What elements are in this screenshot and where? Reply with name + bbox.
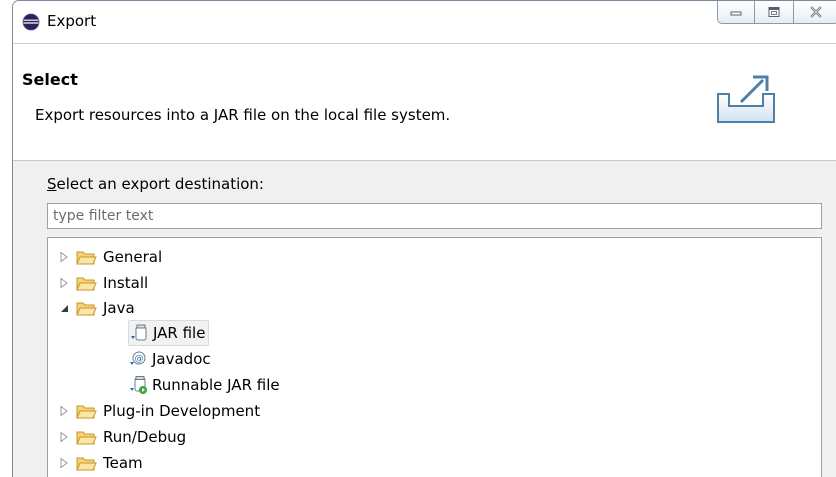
window-title: Export — [47, 12, 97, 30]
maximize-button[interactable] — [754, 1, 793, 23]
page-description: Export resources into a JAR file on the … — [35, 106, 451, 124]
folder-icon — [76, 277, 97, 290]
eclipse-icon — [22, 13, 40, 31]
tree-item-label: General — [103, 248, 163, 266]
tree-item-label: Javadoc — [152, 350, 211, 368]
triangle-right-icon[interactable] — [58, 277, 70, 289]
triangle-right-icon[interactable] — [58, 405, 70, 417]
triangle-right-icon[interactable] — [58, 251, 70, 263]
folder-icon — [76, 251, 97, 264]
wizard-header: Select Export resources into a JAR file … — [13, 43, 836, 161]
jar-file-icon — [131, 324, 147, 341]
page-title: Select — [22, 70, 78, 89]
selection-highlight: JAR file — [128, 320, 210, 346]
export-icon — [717, 75, 775, 123]
tree-item-plugin-development[interactable]: Plug-in Development — [58, 398, 260, 424]
triangle-right-icon[interactable] — [58, 457, 70, 469]
destination-tree[interactable]: General Install Java JAR file @ Javadoc … — [47, 237, 822, 477]
destination-label-mnemonic: S — [47, 175, 57, 193]
tree-item-label: JAR file — [153, 324, 206, 342]
tree-item-runnable-jar[interactable]: Runnable JAR file — [128, 372, 280, 398]
tree-item-javadoc[interactable]: @ Javadoc — [128, 346, 211, 372]
title-bar[interactable]: Export — [13, 1, 836, 43]
tree-item-label: Install — [103, 274, 149, 292]
runnable-jar-icon — [130, 376, 147, 394]
destination-label-text: elect an export destination: — [56, 175, 264, 193]
minimize-button[interactable] — [718, 1, 754, 23]
close-button[interactable] — [793, 1, 836, 23]
tree-item-jar-file[interactable]: JAR file — [128, 320, 210, 346]
tree-item-run-debug[interactable]: Run/Debug — [58, 424, 186, 450]
tree-item-label: Java — [103, 299, 135, 317]
svg-text:@: @ — [135, 354, 144, 364]
minimize-icon — [730, 11, 742, 16]
tree-item-install[interactable]: Install — [58, 270, 148, 296]
triangle-right-icon[interactable] — [58, 431, 70, 443]
tree-item-label: Plug-in Development — [103, 402, 261, 420]
javadoc-icon: @ — [130, 351, 146, 365]
tree-item-label: Run/Debug — [103, 428, 187, 446]
tree-item-general[interactable]: General — [58, 244, 162, 270]
window-controls — [717, 1, 836, 24]
folder-icon — [76, 302, 97, 315]
folder-icon — [76, 405, 97, 418]
tree-item-label: Team — [103, 454, 143, 472]
filter-input[interactable] — [47, 203, 822, 229]
destination-label: Select an export destination: — [47, 175, 264, 193]
folder-icon — [76, 457, 97, 470]
tree-item-label: Runnable JAR file — [152, 376, 280, 394]
tree-item-team[interactable]: Team — [58, 450, 143, 476]
maximize-icon — [768, 7, 780, 17]
close-icon — [810, 6, 822, 18]
export-dialog: Export Select Export resources into a JA… — [12, 0, 836, 477]
tree-item-java[interactable]: Java — [58, 295, 135, 321]
triangle-down-icon[interactable] — [58, 302, 70, 314]
folder-icon — [76, 431, 97, 444]
